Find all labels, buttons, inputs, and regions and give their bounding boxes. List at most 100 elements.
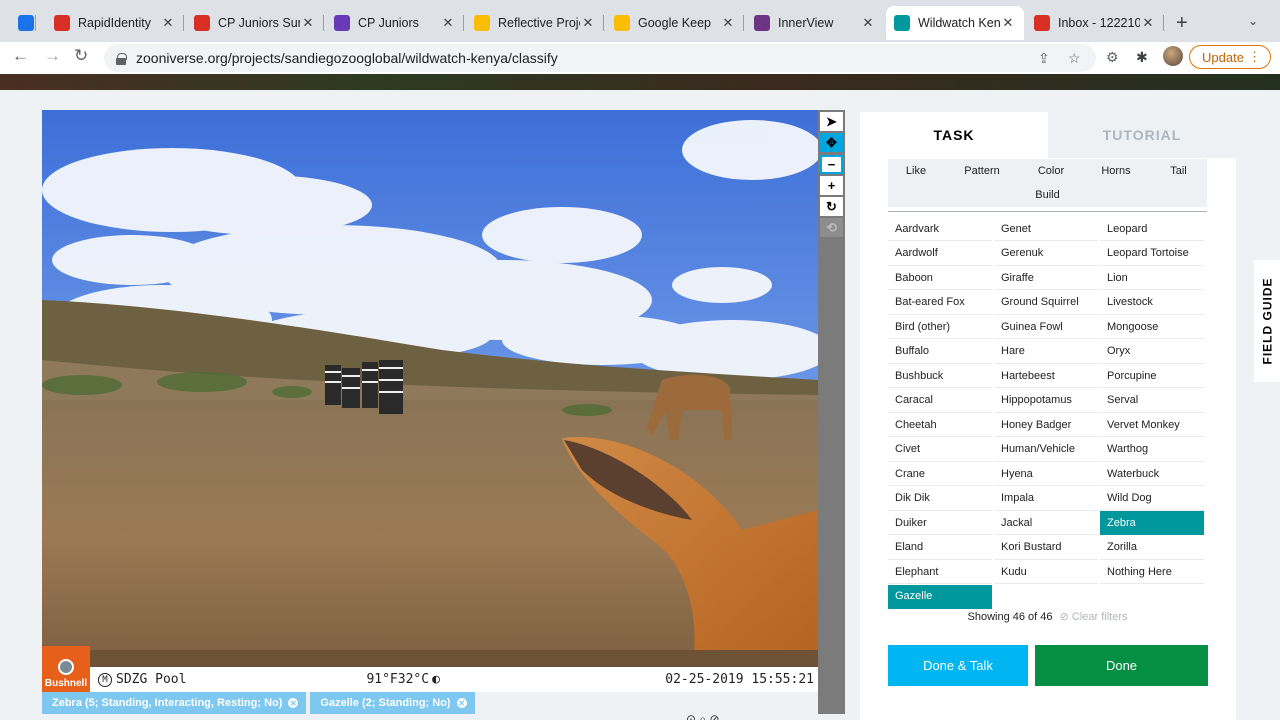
field-guide-tab[interactable]: FIELD GUIDE	[1254, 260, 1280, 382]
tab-search-icon[interactable]: ⌄	[1248, 14, 1258, 28]
browser-tab[interactable]: Google Keep ✕	[606, 6, 744, 40]
update-button[interactable]: Update ⋮	[1189, 45, 1271, 69]
species-choice[interactable]: Impala	[994, 487, 1098, 511]
species-choice[interactable]: Vervet Monkey	[1100, 413, 1204, 437]
browser-tab[interactable]: InnerView ✕	[746, 6, 884, 40]
showing-count: Showing 46 of 46 ⊘ Clear filters	[888, 610, 1207, 623]
browser-tab[interactable]	[10, 6, 36, 40]
species-choice[interactable]: Elephant	[888, 560, 992, 584]
species-choice[interactable]: Hippopotamus	[994, 389, 1098, 413]
species-choice[interactable]: Honey Badger	[994, 413, 1098, 437]
species-choice[interactable]: Livestock	[1100, 291, 1204, 315]
species-choice[interactable]: Zebra	[1100, 511, 1204, 535]
zoom-in-icon[interactable]: +	[820, 176, 843, 195]
species-choice[interactable]: Duiker	[888, 511, 992, 535]
tab-close-icon[interactable]: ✕	[160, 15, 176, 31]
species-choice[interactable]: Human/Vehicle	[994, 438, 1098, 462]
tab-close-icon[interactable]: ✕	[720, 15, 736, 31]
species-choice[interactable]: Jackal	[994, 511, 1098, 535]
species-choice[interactable]: Caracal	[888, 389, 992, 413]
species-choice[interactable]: Giraffe	[994, 266, 1098, 290]
tab-task[interactable]: TASK	[860, 112, 1048, 158]
species-choice[interactable]: Serval	[1100, 389, 1204, 413]
profile-avatar[interactable]	[1163, 46, 1183, 66]
species-choice[interactable]: Waterbuck	[1100, 462, 1204, 486]
species-choice[interactable]: Aardvark	[888, 217, 992, 241]
species-choice[interactable]: Oryx	[1100, 340, 1204, 364]
species-choice[interactable]: Gerenuk	[994, 242, 1098, 266]
tab-close-icon[interactable]: ✕	[1000, 15, 1016, 31]
species-choice[interactable]: Porcupine	[1100, 364, 1204, 388]
filter-color[interactable]: Color	[1020, 159, 1082, 183]
species-choice[interactable]: Nothing Here	[1100, 560, 1204, 584]
species-choice[interactable]: Leopard Tortoise	[1100, 242, 1204, 266]
browser-tab[interactable]: RapidIdentity ✕	[46, 6, 184, 40]
zoom-out-icon[interactable]: −	[820, 155, 843, 174]
filter-like[interactable]: Like	[888, 159, 944, 183]
species-choice[interactable]: Warthog	[1100, 438, 1204, 462]
species-choice[interactable]: Cheetah	[888, 413, 992, 437]
species-choice[interactable]: Civet	[888, 438, 992, 462]
annotation-chip[interactable]: Zebra (5; Standing, Interacting, Resting…	[42, 692, 307, 714]
pointer-icon[interactable]: ➤	[820, 112, 843, 131]
species-choice[interactable]: Leopard	[1100, 217, 1204, 241]
close-icon[interactable]: ✕	[288, 698, 299, 708]
browser-tab[interactable]: Wildwatch Ken ✕	[886, 6, 1024, 40]
new-tab-button[interactable]: +	[1176, 12, 1188, 35]
share-icon[interactable]: ⇪	[1038, 50, 1050, 67]
species-choice[interactable]: Wild Dog	[1100, 487, 1204, 511]
browser-tab[interactable]: CP Juniors Sum ✕	[186, 6, 324, 40]
species-choice[interactable]: Aardwolf	[888, 242, 992, 266]
reset-icon[interactable]: ⟲	[820, 218, 843, 237]
address-bar[interactable]: zooniverse.org/projects/sandiegozoogloba…	[104, 44, 1096, 72]
close-icon[interactable]: ✕	[456, 698, 467, 708]
species-choice[interactable]: Dik Dik	[888, 487, 992, 511]
tab-close-icon[interactable]: ✕	[440, 15, 456, 31]
filter-pattern[interactable]: Pattern	[944, 159, 1020, 183]
back-icon[interactable]: ←	[12, 46, 29, 66]
tab-tutorial[interactable]: TUTORIAL	[1048, 112, 1236, 158]
annotation-chip[interactable]: Gazelle (2; Standing; No) ✕	[310, 692, 475, 714]
reload-icon[interactable]: ↻	[74, 46, 88, 66]
species-choice[interactable]: Buffalo	[888, 340, 992, 364]
browser-tab[interactable]: CP Juniors ✕	[326, 6, 464, 40]
tab-close-icon[interactable]: ✕	[300, 15, 316, 31]
browser-tab[interactable]: Inbox - 122210 ✕	[1026, 6, 1164, 40]
species-choice[interactable]: Mongoose	[1100, 315, 1204, 339]
done-button[interactable]: Done	[1035, 645, 1208, 686]
species-choice[interactable]: Guinea Fowl	[994, 315, 1098, 339]
species-choice[interactable]: Hartebeest	[994, 364, 1098, 388]
bookmark-star-icon[interactable]: ☆	[1068, 50, 1081, 67]
species-choice[interactable]: Gazelle	[888, 584, 992, 609]
species-choice[interactable]: Bushbuck	[888, 364, 992, 388]
tab-close-icon[interactable]: ✕	[580, 15, 596, 31]
extension-icon[interactable]: ⚙	[1106, 49, 1119, 66]
browser-tab[interactable]: Reflective Proje ✕	[466, 6, 604, 40]
forward-icon[interactable]: →	[44, 46, 61, 66]
species-choice[interactable]: Kudu	[994, 560, 1098, 584]
species-choice[interactable]: Ground Squirrel	[994, 291, 1098, 315]
species-choice[interactable]: Baboon	[888, 266, 992, 290]
tab-close-icon[interactable]: ✕	[1140, 15, 1156, 31]
species-choice[interactable]: Bat-eared Fox	[888, 291, 992, 315]
clear-filters-link[interactable]: ⊘ Clear filters	[1060, 611, 1128, 623]
tab-close-icon[interactable]: ✕	[860, 15, 876, 31]
extensions-puzzle-icon[interactable]: ✱	[1136, 49, 1148, 66]
species-choice[interactable]: Hare	[994, 340, 1098, 364]
species-choice[interactable]: Hyena	[994, 462, 1098, 486]
species-choice[interactable]: Kori Bustard	[994, 536, 1098, 560]
filter-horns[interactable]: Horns	[1082, 159, 1150, 183]
lock-icon[interactable]	[116, 52, 127, 65]
species-choice[interactable]: Genet	[994, 217, 1098, 241]
species-choice[interactable]: Eland	[888, 536, 992, 560]
move-icon[interactable]: ✥	[820, 133, 843, 152]
species-choice[interactable]: Crane	[888, 462, 992, 486]
subject-image[interactable]	[42, 110, 818, 668]
species-choice[interactable]: Lion	[1100, 266, 1204, 290]
filter-build[interactable]: Build	[888, 183, 1207, 207]
done-and-talk-button[interactable]: Done & Talk	[888, 645, 1028, 686]
rotate-icon[interactable]: ↻	[820, 197, 843, 216]
species-choice[interactable]: Bird (other)	[888, 315, 992, 339]
filter-tail[interactable]: Tail	[1150, 159, 1207, 183]
species-choice[interactable]: Zorilla	[1100, 536, 1204, 560]
